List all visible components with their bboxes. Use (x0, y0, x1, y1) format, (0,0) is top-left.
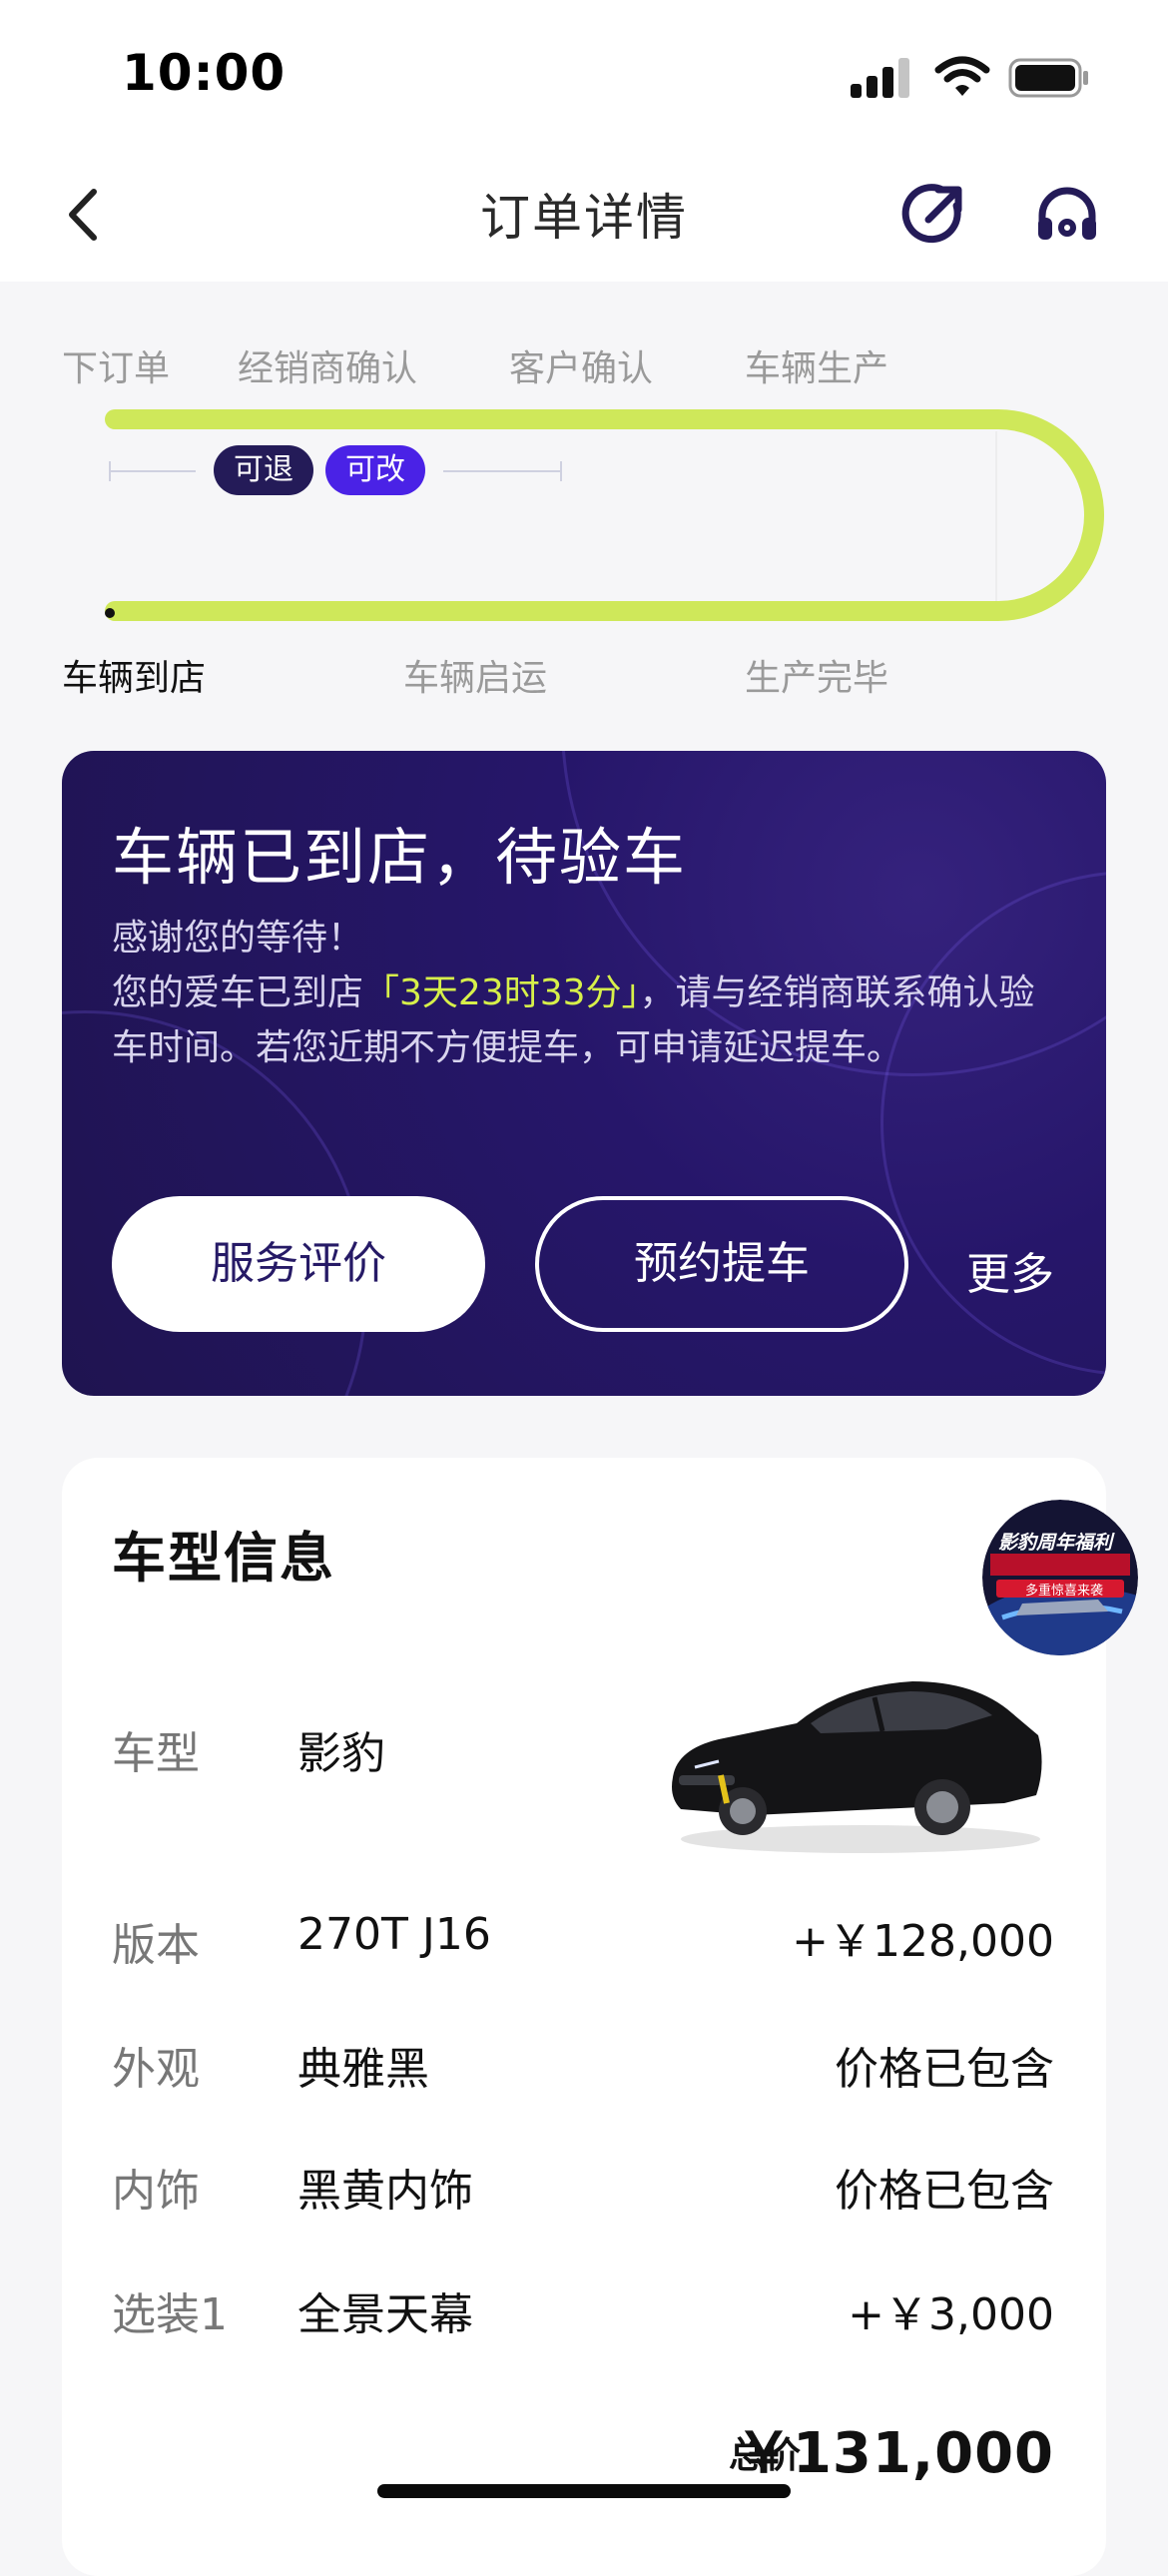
step-customer-confirm: 客户确认 (509, 348, 654, 389)
car-info-title: 车型信息 (112, 1527, 335, 1590)
status-detail: 您的爱车已到店「3天23时33分」，请与经销商联系确认验车时间。若您近期不方便提… (112, 966, 1060, 1075)
status-description: 感谢您的等待！ 您的爱车已到店「3天23时33分」，请与经销商联系确认验车时间。… (112, 911, 1060, 1075)
status-time: 10:00 (122, 44, 287, 102)
customer-service-icon[interactable] (1032, 182, 1102, 252)
wifi-icon (934, 56, 990, 96)
row-price-interior: 价格已包含 (835, 2166, 1054, 2217)
step-vehicle-arrived: 车辆到店 (62, 658, 207, 699)
row-value-model: 影豹 (297, 1728, 385, 1779)
row-label-exterior: 外观 (112, 2044, 200, 2095)
share-icon[interactable] (898, 180, 968, 250)
status-title: 车辆已到店，待验车 (112, 821, 688, 894)
refundable-tag: 可退 (214, 445, 313, 495)
promo-image (982, 1500, 1138, 1655)
countdown-timer: 「3天23时33分」 (363, 972, 640, 1013)
row-label-version: 版本 (112, 1920, 200, 1971)
schedule-pickup-button[interactable]: 预约提车 (535, 1196, 908, 1332)
home-indicator[interactable] (377, 2484, 791, 2498)
row-value-exterior: 典雅黑 (297, 2044, 429, 2095)
row-label-interior: 内饰 (112, 2166, 200, 2217)
row-price-exterior: 价格已包含 (835, 2044, 1054, 2095)
status-thanks: 感谢您的等待！ (112, 918, 364, 959)
service-review-button[interactable]: 服务评价 (112, 1196, 485, 1332)
promo-badge[interactable]: 影豹周年福利 多重惊喜来袭 (982, 1500, 1138, 1655)
row-value-interior: 黑黄内饰 (297, 2166, 473, 2217)
status-detail-prefix: 您的爱车已到店 (112, 972, 364, 1013)
step-dealer-confirm: 经销商确认 (238, 348, 418, 389)
more-button[interactable]: 更多 (966, 1238, 1054, 1302)
step-place-order: 下订单 (62, 348, 171, 389)
battery-icon (1008, 58, 1088, 98)
order-status-card: 车辆已到店，待验车 感谢您的等待！ 您的爱车已到店「3天23时33分」，请与经销… (62, 751, 1106, 1396)
row-price-version: +￥128,000 (792, 1916, 1054, 1967)
car-info-card: 车型信息 影豹周年福利 多重惊喜来袭 车型 影豹 版本 270T J16 +￥1… (62, 1458, 1138, 2576)
car-image (672, 1681, 1042, 1853)
step-vehicle-shipped: 车辆启运 (403, 658, 548, 699)
step-production-complete: 生产完毕 (745, 658, 889, 699)
page-title: 订单详情 (480, 189, 688, 247)
row-label-model: 车型 (112, 1728, 200, 1779)
row-label-option: 选装1 (112, 2289, 228, 2340)
promo-line1: 影豹周年福利 (998, 1532, 1113, 1554)
promo-line2: 多重惊喜来袭 (1024, 1584, 1103, 1599)
row-value-option: 全景天幕 (297, 2289, 473, 2340)
total-price-value: ￥131,000 (735, 2421, 1054, 2486)
progress-track (105, 409, 1104, 621)
row-price-option: +￥3,000 (848, 2289, 1054, 2340)
row-value-version: 270T J16 (297, 1909, 491, 1960)
editable-tag: 可改 (325, 445, 425, 495)
step-vehicle-production: 车辆生产 (745, 348, 889, 389)
cellular-signal-icon (851, 58, 909, 98)
